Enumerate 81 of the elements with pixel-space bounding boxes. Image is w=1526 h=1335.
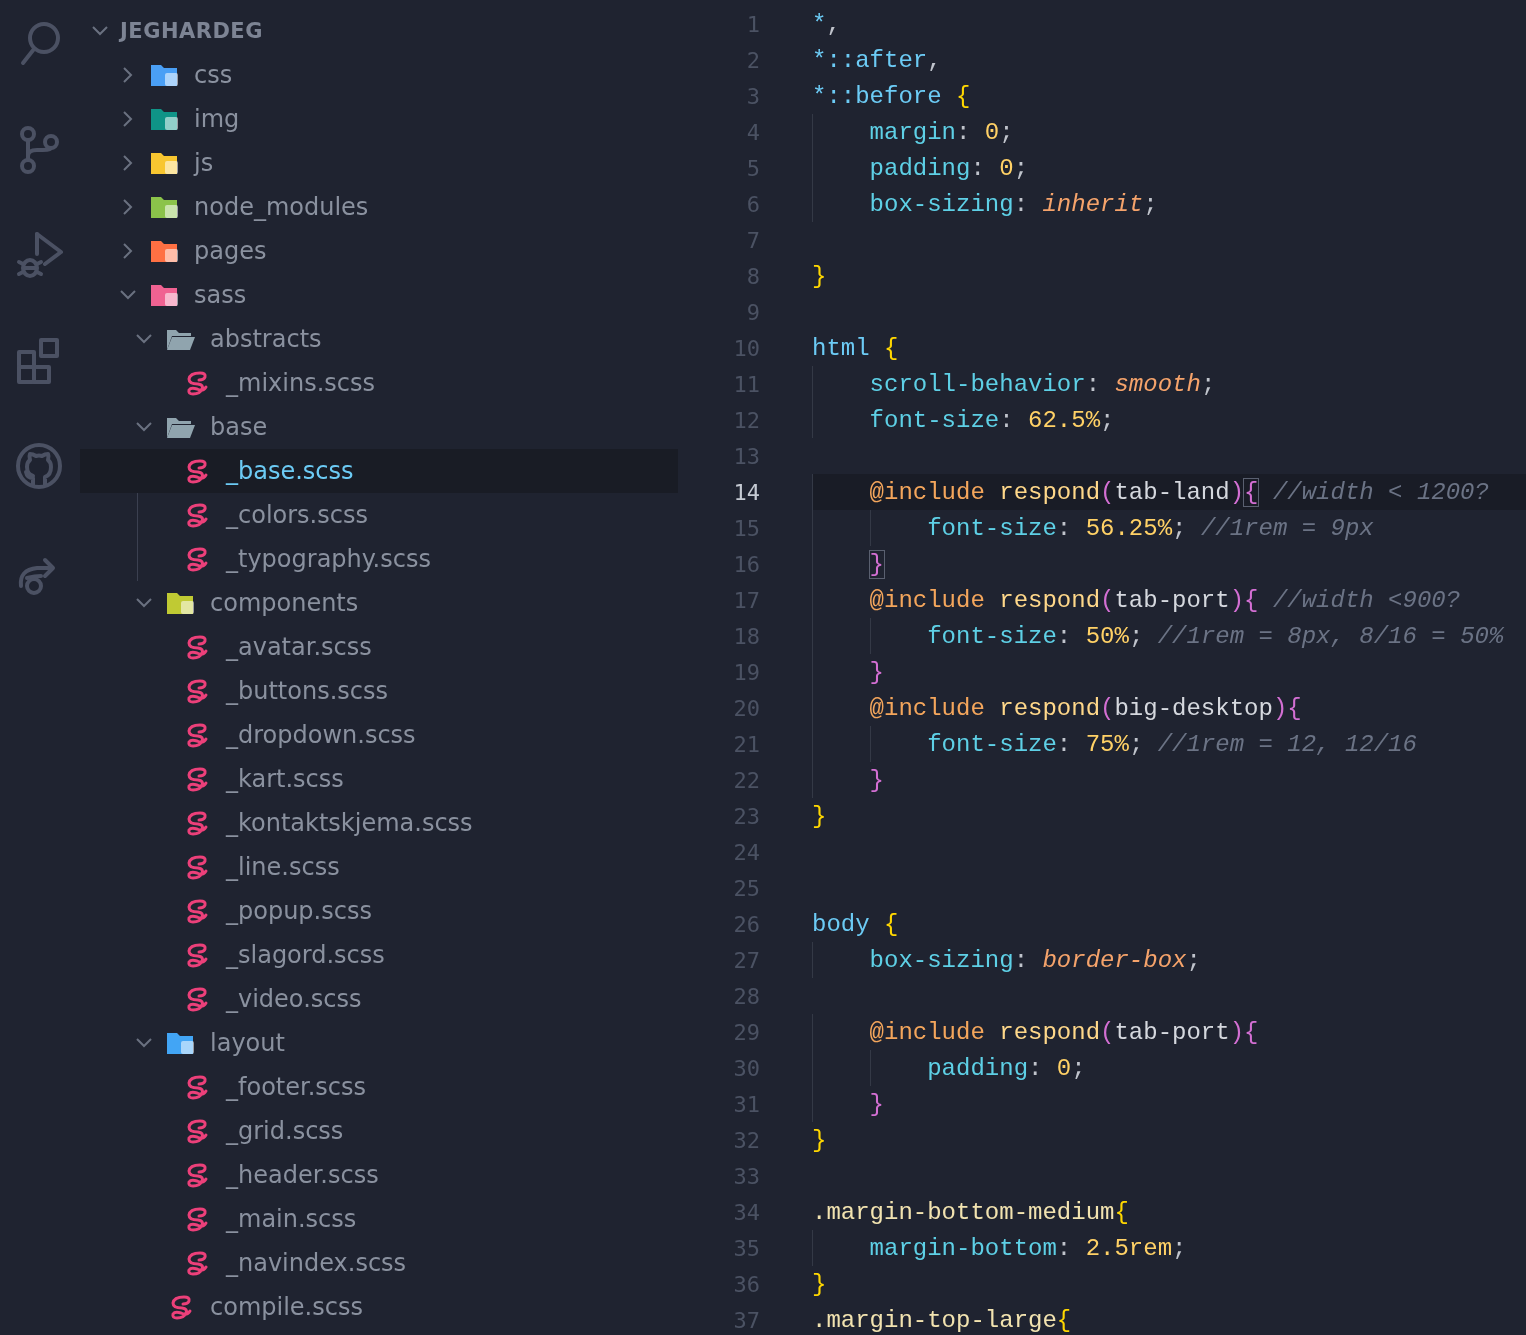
folder-item[interactable]: layout	[80, 1021, 678, 1065]
sass-file-icon	[184, 897, 210, 925]
file-item[interactable]: _kart.scss	[80, 757, 678, 801]
code-line: font-size: 56.25%; //1rem = 9px	[812, 510, 1526, 546]
file-item[interactable]: _popup.scss	[80, 889, 678, 933]
file-item[interactable]: compile.scss	[80, 1285, 678, 1329]
file-item[interactable]: _navindex.scss	[80, 1241, 678, 1285]
code-line: }	[812, 654, 1526, 690]
folder-item[interactable]: base	[80, 405, 678, 449]
folder-item[interactable]: css	[80, 53, 678, 97]
file-item[interactable]: _line.scss	[80, 845, 678, 889]
file-item[interactable]: _dropdown.scss	[80, 713, 678, 757]
sass-file-icon	[184, 501, 210, 529]
sass-file-icon	[184, 809, 210, 837]
code-line: }	[812, 546, 1526, 582]
code-line: body {	[812, 909, 900, 940]
code-line: }	[812, 762, 1526, 798]
code-line: }	[812, 1125, 828, 1156]
sass-file-icon	[184, 1205, 210, 1233]
file-item[interactable]: _colors.scss	[80, 493, 678, 537]
folder-item[interactable]: img	[80, 97, 678, 141]
code-line: padding: 0;	[812, 150, 1526, 186]
file-item[interactable]: _slagord.scss	[80, 933, 678, 977]
sass-file-icon	[184, 545, 210, 573]
file-item[interactable]: _buttons.scss	[80, 669, 678, 713]
file-item[interactable]: _avatar.scss	[80, 625, 678, 669]
code-line: }	[812, 801, 828, 832]
code-line: font-size: 62.5%;	[812, 402, 1526, 438]
code-line: *::before {	[812, 81, 972, 112]
folder-item[interactable]: node_modules	[80, 185, 678, 229]
file-item[interactable]: _video.scss	[80, 977, 678, 1021]
folder-item[interactable]: js	[80, 141, 678, 185]
code-line: margin-bottom: 2.5rem;	[812, 1230, 1526, 1266]
code-line: font-size: 50%; //1rem = 8px, 8/16 = 50%	[812, 618, 1526, 654]
file-item[interactable]: _footer.scss	[80, 1065, 678, 1109]
file-item[interactable]: _mixins.scss	[80, 361, 678, 405]
file-item[interactable]: _grid.scss	[80, 1109, 678, 1153]
folder-item[interactable]: pages	[80, 229, 678, 273]
code-line: scroll-behavior: smooth;	[812, 366, 1526, 402]
code-line: box-sizing: border-box;	[812, 942, 1526, 978]
code-line: font-size: 75%; //1rem = 12, 12/16	[812, 726, 1526, 762]
sass-file-icon	[184, 765, 210, 793]
github-icon[interactable]	[15, 442, 65, 492]
sass-file-icon	[168, 1293, 194, 1321]
code-line: padding: 0;	[812, 1050, 1526, 1086]
code-line: }	[812, 1086, 1526, 1122]
code-line: @include respond(big-desktop){	[812, 690, 1526, 726]
sass-file-icon	[184, 941, 210, 969]
sass-file-icon	[184, 369, 210, 397]
code-line: .margin-bottom-medium{	[812, 1197, 1130, 1228]
file-item[interactable]: _base.scss	[80, 449, 678, 493]
sass-file-icon	[184, 677, 210, 705]
sass-file-icon	[184, 457, 210, 485]
sass-file-icon	[184, 1117, 210, 1145]
file-item[interactable]: _kontaktskjema.scss	[80, 801, 678, 845]
sass-file-icon	[184, 1073, 210, 1101]
sass-file-icon	[184, 853, 210, 881]
code-line: }	[812, 1269, 828, 1300]
run-debug-icon[interactable]	[15, 230, 65, 280]
code-line: *,	[812, 9, 842, 40]
sass-file-icon	[184, 721, 210, 749]
sass-file-icon	[184, 1161, 210, 1189]
code-line: }	[812, 261, 828, 292]
line-number: 14	[732, 479, 760, 505]
code-line: .margin-top-large{	[812, 1305, 1073, 1335]
folder-item[interactable]: sass	[80, 273, 678, 317]
file-item[interactable]: _typography.scss	[80, 537, 678, 581]
sass-file-icon	[184, 1249, 210, 1277]
folder-item[interactable]: abstracts	[80, 317, 678, 361]
code-line: box-sizing: inherit;	[812, 186, 1526, 222]
sass-file-icon	[184, 633, 210, 661]
file-item[interactable]: _header.scss	[80, 1153, 678, 1197]
code-line: @include respond(tab-port){	[812, 1014, 1526, 1050]
explorer-title: JEGHARDEG	[120, 19, 263, 43]
code-line: html {	[812, 333, 900, 364]
sass-file-icon	[184, 985, 210, 1013]
file-item[interactable]: _main.scss	[80, 1197, 678, 1241]
code-line: margin: 0;	[812, 114, 1526, 150]
code-line: @include respond(tab-port){ //width <900?	[812, 582, 1526, 618]
folder-item[interactable]: components	[80, 581, 678, 625]
code-line: *::after,	[812, 45, 943, 76]
